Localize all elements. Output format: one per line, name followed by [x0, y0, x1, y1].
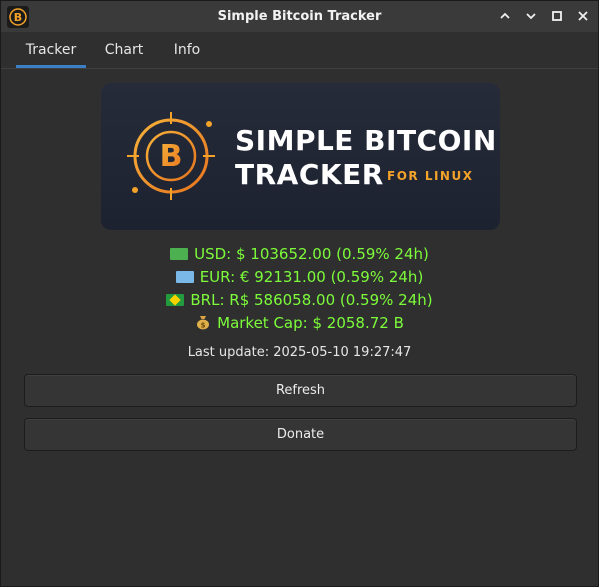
- banner-subtitle: FOR LINUX: [387, 169, 474, 183]
- tab-tracker[interactable]: Tracker: [16, 32, 86, 68]
- banner-title-line2: TRACKER: [235, 158, 384, 191]
- market-cap-row: $ Market Cap: $ 2058.72 B: [195, 312, 404, 335]
- price-usd: USD: $ 103652.00 (0.59% 24h): [194, 245, 429, 263]
- brazil-flag-icon: [166, 294, 185, 306]
- bitcoin-app-icon: B: [7, 6, 29, 28]
- market-cap: Market Cap: $ 2058.72 B: [217, 314, 404, 332]
- dollar-banknote-icon: [170, 248, 189, 260]
- minimize-icon[interactable]: [522, 7, 540, 25]
- price-list: USD: $ 103652.00 (0.59% 24h) EUR: € 9213…: [9, 243, 590, 335]
- banner-title-line1: SIMPLE BITCOIN: [235, 124, 497, 157]
- price-usd-row: USD: $ 103652.00 (0.59% 24h): [170, 243, 429, 266]
- app-banner: B SIMPLE BITCOIN TRACKER FOR LINUX: [101, 83, 500, 230]
- last-update-label: Last update: 2025-05-10 19:27:47: [187, 345, 412, 360]
- svg-text:B: B: [160, 139, 183, 174]
- donate-button[interactable]: Donate: [24, 418, 577, 451]
- price-eur: EUR: € 92131.00 (0.59% 24h): [199, 268, 424, 286]
- app-window: B Simple Bitcoin Tracker Tracker Chart I…: [0, 0, 599, 587]
- chevron-up-icon[interactable]: [496, 7, 514, 25]
- svg-text:B: B: [14, 11, 22, 24]
- close-icon[interactable]: [574, 7, 592, 25]
- price-brl-row: BRL: R$ 586058.00 (0.59% 24h): [166, 289, 433, 312]
- tab-bar: Tracker Chart Info: [1, 32, 598, 69]
- maximize-icon[interactable]: [548, 7, 566, 25]
- window-controls: [496, 7, 592, 25]
- money-bag-icon: $: [197, 316, 210, 330]
- window-title: Simple Bitcoin Tracker: [217, 9, 382, 24]
- bitcoin-logo-icon: B: [127, 112, 215, 200]
- svg-text:$: $: [201, 322, 206, 330]
- title-bar: B Simple Bitcoin Tracker: [1, 1, 598, 32]
- tracker-panel: B SIMPLE BITCOIN TRACKER FOR LINUX USD: …: [9, 69, 590, 578]
- refresh-button[interactable]: Refresh: [24, 374, 577, 407]
- price-eur-row: EUR: € 92131.00 (0.59% 24h): [175, 266, 424, 289]
- tab-info[interactable]: Info: [161, 32, 213, 68]
- tab-chart[interactable]: Chart: [94, 32, 154, 68]
- price-brl: BRL: R$ 586058.00 (0.59% 24h): [190, 291, 433, 309]
- euro-banknote-icon: [175, 271, 194, 283]
